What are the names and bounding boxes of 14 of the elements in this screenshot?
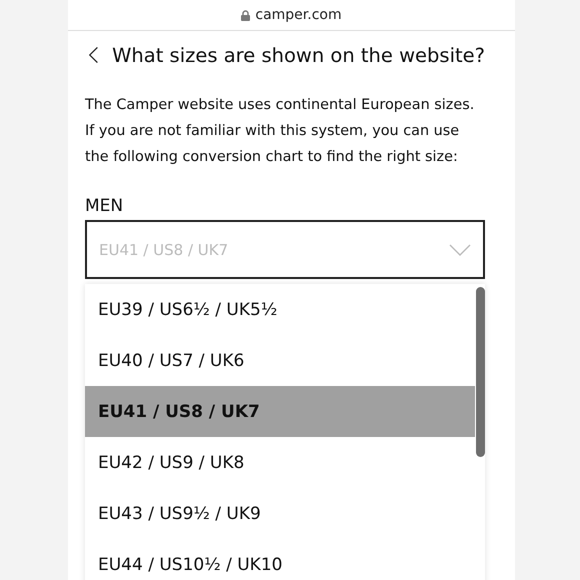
size-option[interactable]: EU43 / US9½ / UK9 bbox=[85, 488, 475, 539]
back-chevron-icon[interactable] bbox=[89, 44, 98, 66]
size-option[interactable]: EU44 / US10½ / UK10 bbox=[85, 539, 475, 580]
url-text: camper.com bbox=[255, 7, 342, 23]
page-title: What sizes are shown on the website? bbox=[112, 44, 485, 66]
size-option[interactable]: EU39 / US6½ / UK5½ bbox=[85, 284, 475, 335]
select-label: MEN bbox=[85, 196, 124, 216]
intro-paragraph: The Camper website uses continental European sizes. If you are not familiar with this system, you can use the following conversion chart to find the right size: bbox=[85, 96, 476, 167]
chevron-down-icon bbox=[449, 244, 471, 256]
size-option[interactable]: EU41 / US8 / UK7 bbox=[85, 386, 475, 437]
size-option[interactable]: EU40 / US7 / UK6 bbox=[85, 335, 475, 386]
lock-icon bbox=[241, 10, 250, 20]
size-option[interactable]: EU42 / US9 / UK8 bbox=[85, 437, 475, 488]
scrollbar[interactable] bbox=[476, 287, 485, 457]
